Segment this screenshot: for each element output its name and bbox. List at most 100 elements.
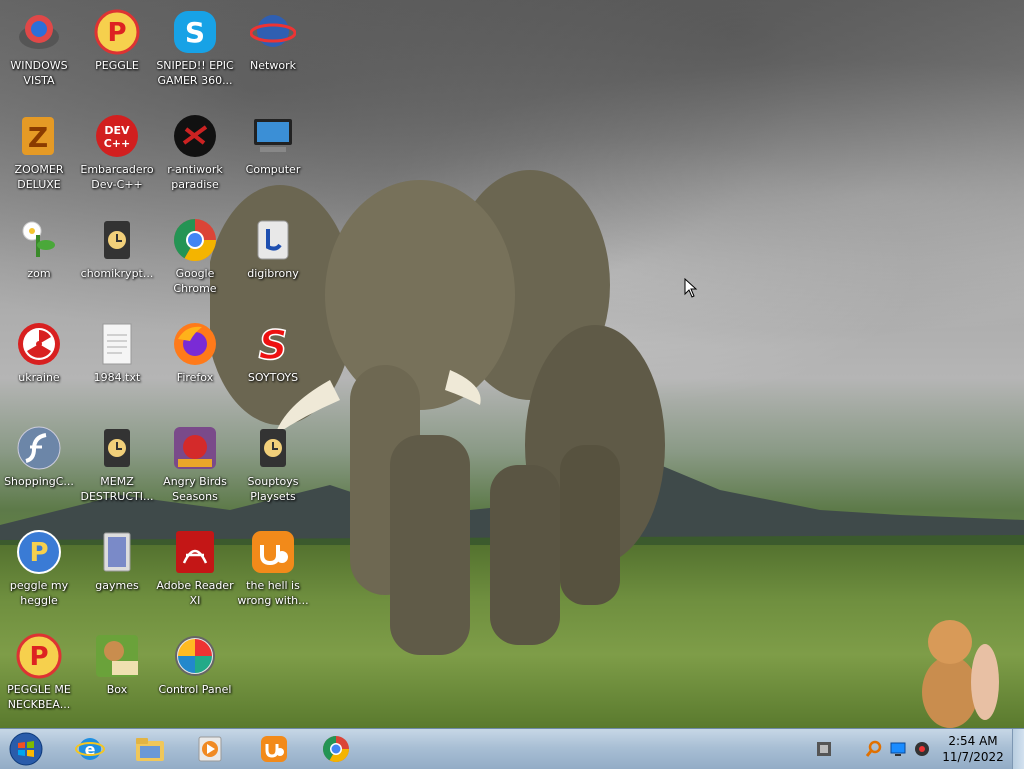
icon-label: PEGGLE (95, 59, 139, 72)
desktop-icon-antiwork[interactable]: r-antiwork paradise (156, 112, 234, 192)
folder-icon (93, 528, 141, 576)
desktop-icon-gaymes[interactable]: gaymes (78, 528, 156, 593)
radiation-icon (15, 320, 63, 368)
svg-text:Z: Z (28, 121, 48, 154)
tray-app-icon[interactable] (810, 733, 838, 765)
desktop-icon-peggle-neckbeard[interactable]: P PEGGLE ME NECKBEA... (0, 632, 78, 712)
icon-label: Control Panel (158, 683, 232, 696)
peggle-icon: P (15, 632, 63, 680)
icon-label: the hell is wrong with... (237, 579, 309, 607)
icon-label: Box (106, 683, 128, 696)
text-file-icon (93, 320, 141, 368)
svg-text:P: P (107, 18, 126, 48)
dev-cpp-icon: DEV C++ (93, 112, 141, 160)
firefox-icon (171, 320, 219, 368)
svg-text:S: S (185, 16, 205, 49)
taskbar-clock[interactable]: 2:54 AM 11/7/2022 (938, 733, 1008, 765)
network-globe-icon (249, 8, 297, 56)
icon-label: ShoppingC... (4, 475, 74, 488)
file-archive-icon (93, 424, 141, 472)
box-icon (93, 632, 141, 680)
internet-explorer-icon: e (75, 738, 105, 760)
desktop-icon-souptoys-playsets[interactable]: Souptoys Playsets (234, 424, 312, 504)
desktop-icon-angry-birds-seasons[interactable]: Angry Birds Seasons (156, 424, 234, 504)
taskbar-google-chrome[interactable] (318, 733, 354, 765)
icon-label: digibrony (247, 267, 299, 280)
chrome-icon (171, 216, 219, 264)
desktop-icon-chomikrypt[interactable]: chomikrypt... (78, 216, 156, 281)
desktop-icon-uc-browser[interactable]: the hell is wrong with... (234, 528, 312, 608)
desktop-icon-skype[interactable]: S SNIPED!! EPIC GAMER 360... (156, 8, 234, 88)
desktop-icon-firefox[interactable]: Firefox (156, 320, 234, 385)
desktop-icon-memz[interactable]: MEMZ DESTRUCTI... (78, 424, 156, 504)
skype-icon: S (171, 8, 219, 56)
icon-label: r-antiwork paradise (167, 163, 223, 191)
desktop-icon-peggle-my-heggle[interactable]: P peggle my heggle (0, 528, 78, 608)
start-button[interactable] (6, 731, 46, 767)
digibrony-icon (249, 216, 297, 264)
tray-volume-icon[interactable] (908, 733, 936, 765)
desktop-icon-google-chrome[interactable]: Google Chrome (156, 216, 234, 296)
icon-label: Angry Birds Seasons (163, 475, 227, 503)
monitor-icon (890, 742, 906, 756)
desktop-icon-zoomer-deluxe[interactable]: Z ZOOMER DELUXE (0, 112, 78, 192)
desktop-pet-image (922, 620, 999, 728)
media-player-icon (198, 736, 222, 762)
desktop-icon-peggle[interactable]: P PEGGLE (78, 8, 156, 73)
show-desktop-button[interactable] (1012, 729, 1024, 769)
icon-label: SOYTOYS (247, 371, 299, 384)
tray-app-icon-glyph (817, 742, 831, 756)
svg-text:C++: C++ (104, 137, 131, 150)
icon-label: Firefox (176, 371, 214, 384)
taskbar-media-player[interactable] (192, 733, 228, 765)
uc-browser-icon (261, 736, 287, 762)
angry-birds-icon (171, 424, 219, 472)
icon-label: zom (27, 267, 51, 280)
desktop-icon-adobe-reader[interactable]: Adobe Reader XI (156, 528, 234, 608)
desktop-icon-1984-txt[interactable]: 1984.txt (78, 320, 156, 385)
svg-text:P: P (29, 538, 48, 568)
icon-label: Embarcadero Dev-C++ (80, 163, 154, 191)
computer-monitor-icon (249, 112, 297, 160)
desktop-icon-zom[interactable]: zom (0, 216, 78, 281)
clock-date: 11/7/2022 (942, 750, 1004, 764)
pdf-icon (171, 528, 219, 576)
mouse-cursor-icon (684, 278, 698, 298)
taskbar-file-explorer[interactable] (132, 733, 168, 765)
icon-label: Adobe Reader XI (156, 579, 234, 607)
desktop-icon-box[interactable]: Box (78, 632, 156, 697)
icon-label: SNIPED!! EPIC GAMER 360... (156, 59, 234, 87)
taskbar: e 2:54 AM 11/7/2022 (0, 728, 1024, 769)
desktop-icon-ukraine[interactable]: ukraine (0, 320, 78, 385)
desktop-icon-soytoys[interactable]: S SOYTOYS (234, 320, 312, 385)
icon-label: peggle my heggle (9, 579, 69, 607)
icon-label: chomikrypt... (80, 267, 154, 280)
vista-orb-icon (15, 8, 63, 56)
svg-text:DEV: DEV (104, 124, 130, 137)
desktop-icon-dev-cpp[interactable]: DEV C++ Embarcadero Dev-C++ (78, 112, 156, 192)
desktop-icon-computer[interactable]: Computer (234, 112, 312, 177)
icon-label: MEMZ DESTRUCTI... (80, 475, 154, 503)
desktop-icon-shoppingc[interactable]: ShoppingC... (0, 424, 78, 489)
desktop-icon-network[interactable]: Network (234, 8, 312, 73)
icon-label: Computer (245, 163, 301, 176)
file-archive-icon (249, 424, 297, 472)
desktop-icon-control-panel[interactable]: Control Panel (156, 632, 234, 697)
windows-start-orb-icon (9, 732, 43, 766)
peggle-icon: P (93, 8, 141, 56)
taskbar-uc-browser[interactable] (256, 733, 292, 765)
icon-label: gaymes (95, 579, 139, 592)
icon-label: Network (250, 59, 296, 72)
control-panel-icon (171, 632, 219, 680)
chrome-icon (322, 736, 350, 763)
taskbar-internet-explorer[interactable]: e (72, 733, 108, 765)
zoomer-icon: Z (15, 112, 63, 160)
antiwork-icon (171, 112, 219, 160)
desktop-icon-windows-vista[interactable]: WINDOWS VISTA (0, 8, 78, 88)
desktop-icon-digibrony[interactable]: digibrony (234, 216, 312, 281)
icon-label: 1984.txt (93, 371, 141, 384)
soytoys-icon: S (249, 320, 297, 368)
icon-label: PEGGLE ME NECKBEA... (7, 683, 71, 711)
speaker-icon (915, 742, 929, 756)
magnifier-icon (865, 740, 882, 757)
